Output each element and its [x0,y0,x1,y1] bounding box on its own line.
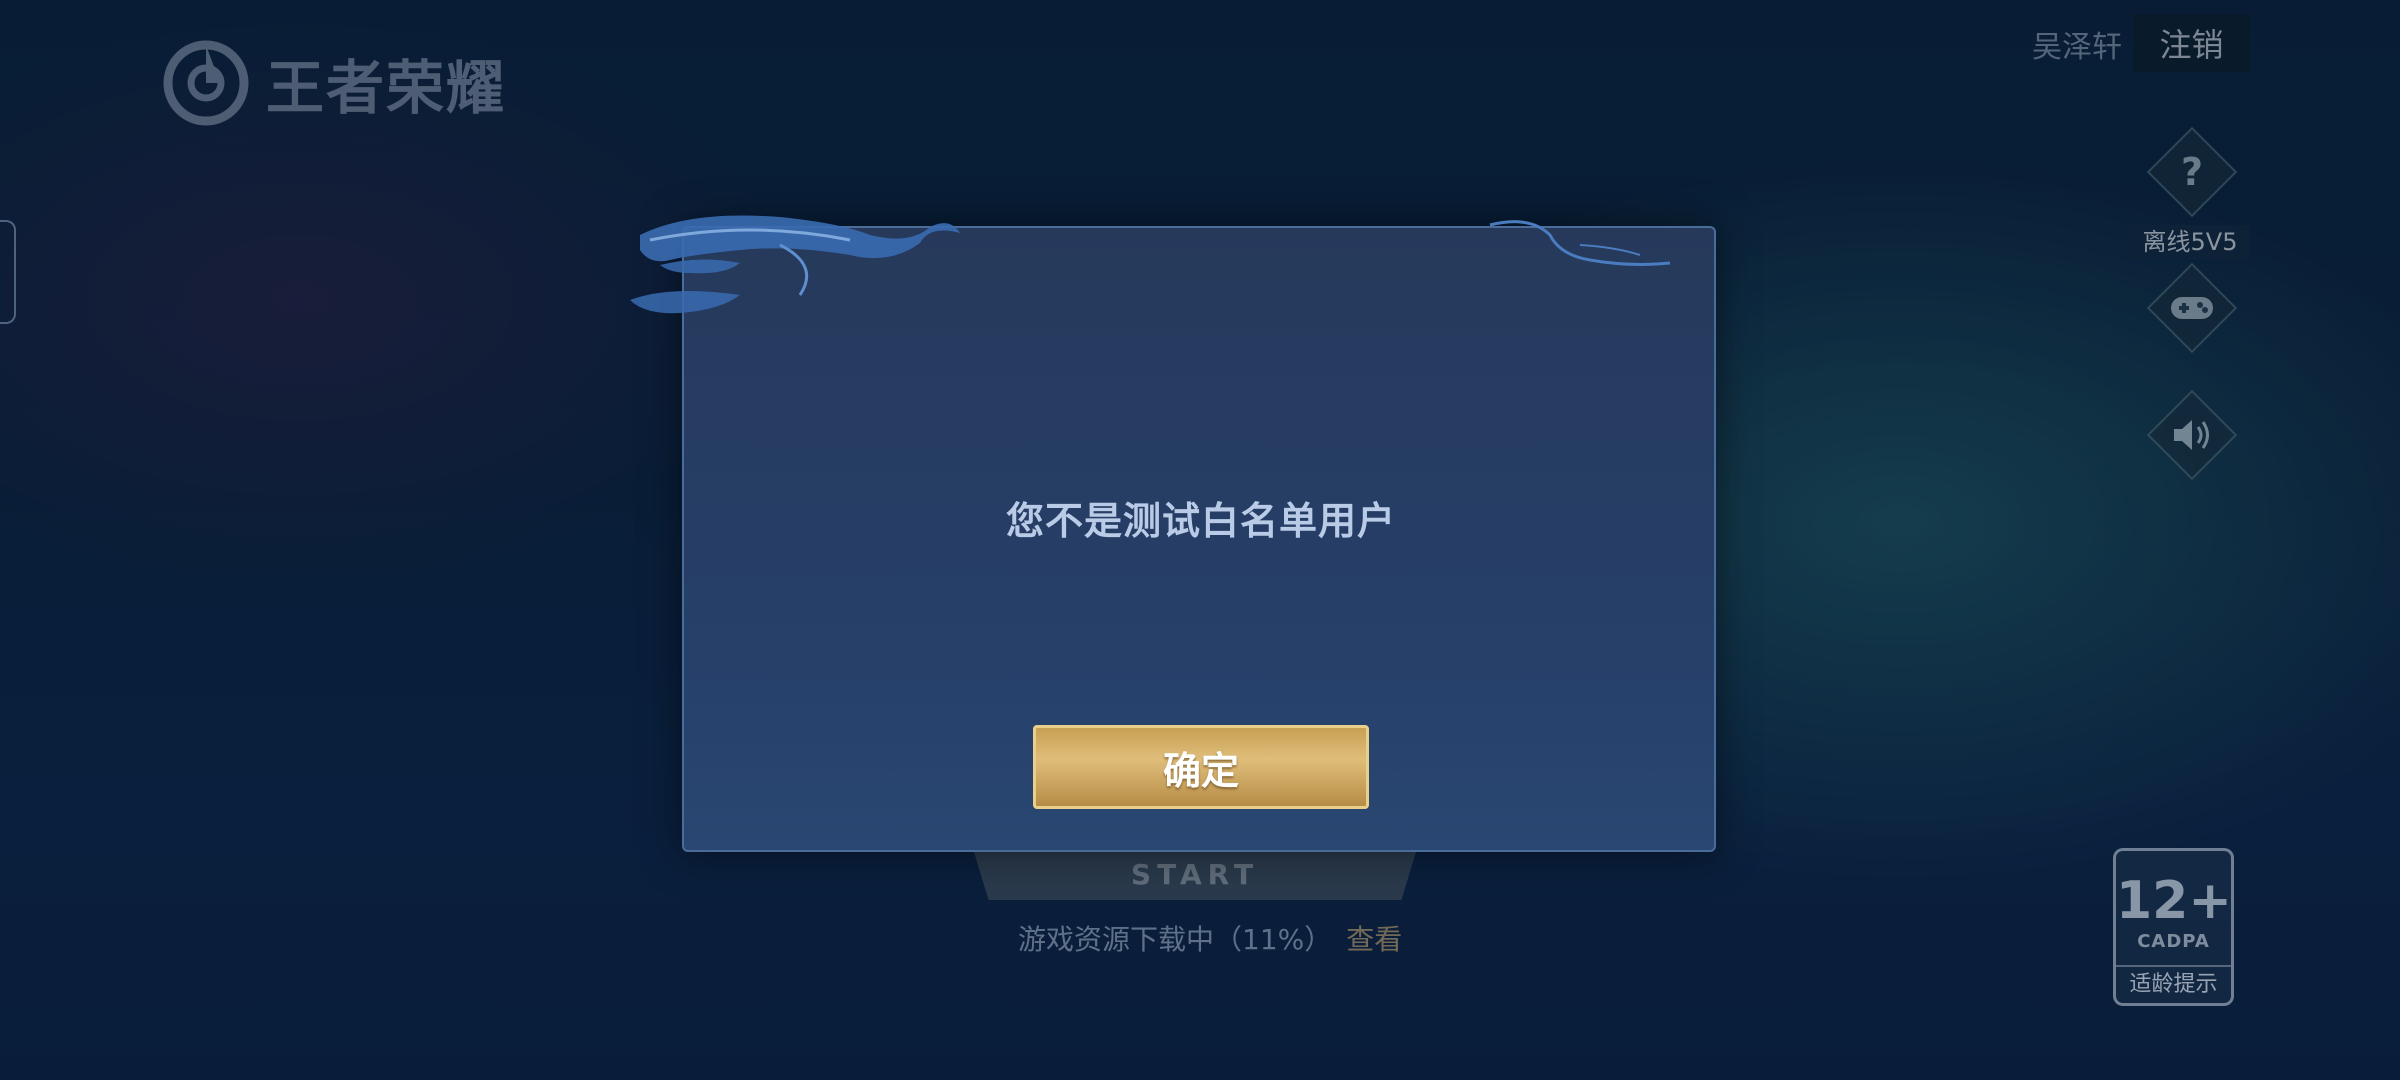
view-download-link[interactable]: 查看 [1346,923,1402,956]
confirm-button[interactable]: 确定 [1033,725,1369,809]
user-name: 吴泽轩 [2032,30,2122,65]
download-status: 游戏资源下载中（11%） 查看 [1018,918,1402,958]
help-icon: ? [2180,150,2204,194]
age-rating-org: CADPA [2137,931,2210,952]
download-status-text: 游戏资源下载中（11%） [1018,923,1333,956]
logo-text: 王者荣耀 [266,54,507,122]
sound-toggle-button[interactable] [2146,389,2238,481]
offline-5v5-button[interactable] [2146,262,2238,354]
legal-notice-text [120,1010,2120,1044]
offline-5v5-label[interactable]: 离线5V5 [2130,225,2250,259]
dialog-cloud-ornament-icon [630,215,1671,314]
help-button[interactable]: ? [2146,126,2238,218]
age-rating-hint: 适龄提示 [2116,965,2231,1003]
speaker-icon [2174,420,2209,450]
logout-button[interactable]: 注销 [2133,14,2250,72]
start-label: START [1130,858,1260,891]
game-logo: 王者荣耀 [160,28,520,138]
side-drawer-handle[interactable] [0,220,16,324]
dialog-message: 您不是测试白名单用户 [1005,499,1396,543]
age-rating-badge[interactable]: 12+ CADPA 适龄提示 [2113,848,2234,1006]
age-rating-value: 12+ [2116,871,2232,931]
gamepad-icon [2171,297,2213,319]
logo-emblem-icon [163,40,249,126]
